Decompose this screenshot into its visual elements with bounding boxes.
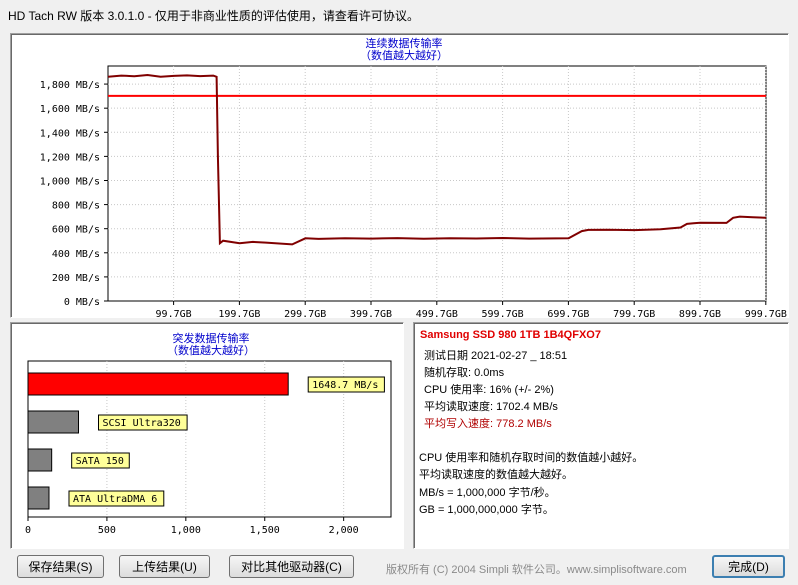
- avg-read-speed: 平均读取速度: 1702.4 MB/s: [424, 401, 558, 413]
- done-button[interactable]: 完成(D): [712, 555, 785, 578]
- avg-write-speed: 平均写入速度: 778.2 MB/s: [424, 418, 552, 430]
- read-y-tick-label: 1,400 MB/s: [40, 128, 100, 139]
- copyright-text: 版权所有 (C) 2004 Simpli 软件公司。www.simplisoft…: [386, 564, 687, 576]
- read-x-tick-label: 499.7GB: [416, 309, 458, 317]
- sequential-read-chart: 连续数据传输率 （数值越大越好） 1,800 MB/s 1,600 MB/s 1,4…: [40, 36, 787, 320]
- read-y-tick-label: 1,800 MB/s: [40, 80, 100, 91]
- read-chart-subtitle: （数值越大越好）: [360, 48, 448, 62]
- test-date: 测试日期 2021-02-27 _ 18:51: [424, 350, 568, 362]
- burst-bar: [27, 372, 289, 396]
- save-results-button[interactable]: 保存结果(S): [17, 555, 104, 578]
- burst-rate-panel: 突发数据传输率 （数值越大越好） 1648.7 MB/s SCSI Ultra32…: [10, 322, 404, 549]
- burst-bar: [27, 448, 53, 472]
- burst-bar-label: SCSI Ultra320: [103, 418, 181, 429]
- read-x-tick-label: 399.7GB: [350, 309, 392, 317]
- read-y-tick-label: 0 MB/s: [64, 297, 100, 308]
- read-x-tick-label: 899.7GB: [679, 309, 721, 317]
- compare-drives-button[interactable]: 对比其他驱动器(C): [229, 555, 354, 578]
- burst-bar-label: ATA UltraDMA 6: [73, 494, 157, 505]
- read-y-tick-label: 400 MB/s: [52, 249, 100, 260]
- read-x-tick-label: 199.7GB: [218, 309, 260, 317]
- note-cpu: CPU 使用率和随机存取时间的数值越小越好。: [419, 452, 644, 464]
- read-y-tick-label: 1,200 MB/s: [40, 152, 100, 163]
- drive-name: Samsung SSD 980 1TB 1B4QFXO7: [420, 329, 601, 341]
- note-mbs: MB/s = 1,000,000 字节/秒。: [419, 487, 556, 499]
- burst-bar: [27, 486, 50, 510]
- window-title: HD Tach RW 版本 3.0.1.0 - 仅用于非商业性质的评估使用，请查…: [8, 9, 419, 23]
- burst-x-tick-label: 2,000: [329, 525, 359, 536]
- upload-results-button[interactable]: 上传结果(U): [119, 555, 210, 578]
- burst-bar-label: 1648.7 MB/s: [312, 380, 378, 391]
- note-gb: GB = 1,000,000,000 字节。: [419, 504, 554, 516]
- burst-x-tick-label: 0: [25, 525, 31, 536]
- burst-chart-subtitle: （数值越大越好）: [167, 343, 255, 357]
- cpu-usage: CPU 使用率: 16% (+/- 2%): [424, 384, 554, 396]
- burst-rate-chart: 突发数据传输率 （数值越大越好） 1648.7 MB/s SCSI Ultra32…: [25, 331, 392, 536]
- burst-bar: [27, 410, 80, 434]
- read-y-tick-label: 600 MB/s: [52, 225, 100, 236]
- read-x-tick-label: 299.7GB: [284, 309, 326, 317]
- read-y-tick-label: 200 MB/s: [52, 273, 100, 284]
- burst-x-tick-label: 1,000: [171, 525, 201, 536]
- results-info-panel: Samsung SSD 980 1TB 1B4QFXO7 测试日期 2021-0…: [413, 322, 789, 549]
- read-x-tick-label: 799.7GB: [613, 309, 655, 317]
- read-x-tick-label: 599.7GB: [482, 309, 524, 317]
- read-y-tick-label: 800 MB/s: [52, 201, 100, 212]
- note-read: 平均读取速度的数值越大越好。: [419, 469, 573, 481]
- burst-chart-title: 突发数据传输率: [173, 331, 250, 345]
- read-x-tick-label: 99.7GB: [156, 309, 192, 317]
- read-x-tick-label: 699.7GB: [547, 309, 589, 317]
- random-access: 随机存取: 0.0ms: [424, 367, 505, 379]
- burst-x-tick-label: 1,500: [250, 525, 280, 536]
- read-x-tick-label: 999.7GB: [745, 309, 787, 317]
- read-chart-title: 连续数据传输率: [366, 36, 443, 50]
- read-y-tick-label: 1,600 MB/s: [40, 104, 100, 115]
- sequential-read-panel: 连续数据传输率 （数值越大越好） 1,800 MB/s 1,600 MB/s 1,4…: [10, 33, 789, 320]
- read-y-tick-label: 1,000 MB/s: [40, 176, 100, 187]
- burst-bar-label: SATA 150: [76, 456, 124, 467]
- title-bar: HD Tach RW 版本 3.0.1.0 - 仅用于非商业性质的评估使用，请查…: [0, 0, 798, 28]
- burst-x-tick-label: 500: [98, 525, 116, 536]
